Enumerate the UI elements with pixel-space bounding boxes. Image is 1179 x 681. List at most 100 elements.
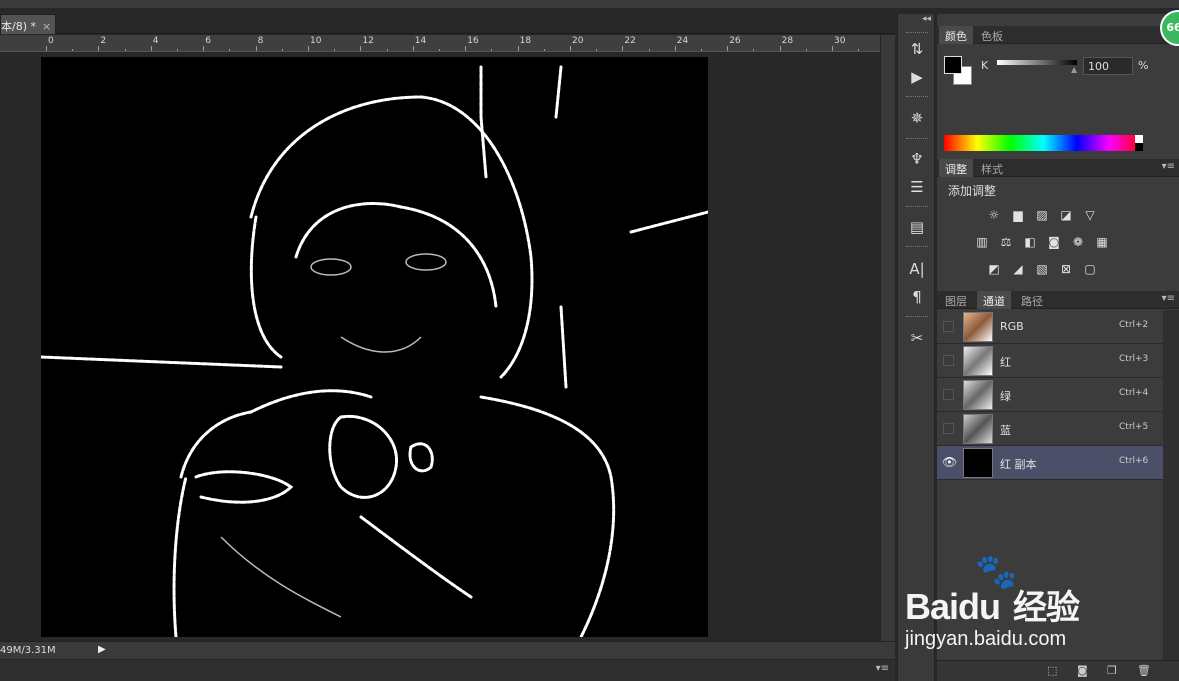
brush-settings-icon[interactable]: ☰ [904, 176, 930, 198]
spectrum-black[interactable] [1135, 143, 1143, 151]
ruler-label: 16 [467, 36, 479, 46]
channel-shortcut: Ctrl+4 [1119, 388, 1149, 398]
photo-filter-icon[interactable]: ◙ [1046, 235, 1062, 249]
tab-channels[interactable]: 通道 [977, 291, 1011, 309]
save-selection-icon[interactable]: ◙ [1077, 664, 1088, 677]
ruler-label: 10 [310, 36, 322, 46]
eye-icon[interactable]: 👁 [942, 455, 957, 469]
tab-paths[interactable]: 路径 [1015, 291, 1049, 309]
navigator-icon[interactable]: ✵ [904, 107, 930, 129]
selective-color-icon[interactable]: ▢ [1082, 262, 1098, 276]
ruler-tick [412, 46, 414, 51]
ruler-tick [255, 46, 257, 51]
ruler-label: 14 [414, 36, 427, 46]
exposure-icon[interactable]: ◪ [1058, 208, 1074, 222]
ruler-tick [72, 49, 74, 51]
color-spectrum-bar[interactable] [944, 135, 1143, 151]
adjustments-title: 添加调整 [948, 184, 997, 198]
channels-panel-tabs: 图层 通道 路径 ▾≡ [937, 291, 1179, 309]
panel-menu-icon[interactable]: ▾≡ [1162, 293, 1175, 304]
history-icon[interactable]: ⇅ [904, 38, 930, 60]
invert-icon[interactable]: ◩ [986, 262, 1002, 276]
status-menu-arrow-icon[interactable]: ▶ [98, 644, 106, 655]
visibility-toggle[interactable] [943, 321, 954, 332]
threshold-icon[interactable]: ▧ [1034, 262, 1050, 276]
ruler-tick [701, 49, 702, 51]
curves-icon[interactable]: ▨ [1034, 208, 1050, 222]
vibrance-icon[interactable]: ▽ [1082, 208, 1098, 222]
color-balance-icon[interactable]: ⚖ [998, 235, 1014, 249]
tab-layers[interactable]: 图层 [939, 291, 973, 309]
ruler-label: 28 [781, 36, 794, 46]
channel-shortcut: Ctrl+5 [1119, 422, 1149, 432]
play-action-icon[interactable]: ▶ [904, 66, 930, 88]
channel-row[interactable]: 蓝 Ctrl+5 [937, 412, 1163, 446]
horizontal-ruler: 0 2 4 6 8 10 12 14 16 18 20 22 24 26 28 30 [0, 35, 880, 52]
tab-styles[interactable]: 样式 [975, 159, 1009, 177]
visibility-toggle[interactable] [943, 423, 954, 434]
panel-menu-icon[interactable]: ▾≡ [876, 663, 889, 674]
visibility-toggle[interactable] [943, 389, 954, 400]
ruler-tick [832, 46, 833, 51]
levels-icon[interactable]: ▆ [1010, 208, 1026, 222]
color-lookup-icon[interactable]: ▦ [1094, 235, 1110, 249]
character-icon[interactable]: A| [904, 258, 930, 280]
ruler-tick [543, 49, 545, 51]
brightness-icon[interactable]: ☼ [986, 208, 1002, 222]
ruler-tick [98, 46, 100, 51]
channel-thumbnail [963, 312, 993, 342]
channel-row[interactable]: 绿 Ctrl+4 [937, 378, 1163, 412]
k-slider[interactable] [997, 60, 1077, 65]
slider-handle-icon[interactable]: ▲ [1071, 65, 1077, 74]
tab-color[interactable]: 颜色 [939, 26, 973, 44]
ruler-tick [229, 49, 231, 51]
load-selection-icon[interactable]: ⬚ [1047, 664, 1057, 677]
status-bar: 49M/3.31M ▶ [0, 641, 895, 659]
ruler-label: 24 [676, 36, 689, 46]
gradient-map-icon[interactable]: ⊠ [1058, 262, 1074, 276]
grip-icon [906, 138, 928, 140]
collapse-icon[interactable]: ◂◂ [922, 14, 931, 24]
clone-source-icon[interactable]: ▤ [904, 216, 930, 238]
paragraph-icon[interactable]: ¶ [904, 286, 930, 308]
foreground-color-swatch-front[interactable] [944, 56, 962, 74]
image-canvas[interactable] [41, 57, 708, 637]
close-icon[interactable]: × [42, 20, 51, 33]
grip-icon [906, 206, 928, 208]
spectrum-white[interactable] [1135, 135, 1143, 143]
panel-menu-icon[interactable]: ▾≡ [1162, 161, 1175, 172]
ruler-tick [674, 46, 676, 51]
ruler-tick [517, 46, 519, 51]
ruler-tick [805, 49, 807, 51]
ruler-tick [124, 49, 126, 51]
watermark-cn: 经验 [1013, 589, 1080, 627]
ruler-tick [386, 49, 388, 51]
ruler-label: 2 [100, 36, 107, 46]
vertical-scrollbar[interactable] [880, 35, 895, 655]
brush-preset-icon[interactable]: ♆ [904, 148, 930, 170]
delete-channel-icon[interactable]: 🗑 [1137, 664, 1151, 677]
tab-adjustments[interactable]: 调整 [939, 159, 973, 177]
new-channel-icon[interactable]: ❐ [1107, 664, 1117, 677]
visibility-toggle[interactable] [943, 355, 954, 366]
options-bar [0, 0, 1179, 8]
baidu-watermark: 🐾 Baidu 经验 jingyan.baidu.com [905, 552, 1179, 660]
ruler-label: 8 [257, 36, 264, 46]
grip-icon [906, 316, 928, 318]
channel-row[interactable]: RGB Ctrl+2 [937, 310, 1163, 344]
channel-mixer-icon[interactable]: ❁ [1070, 235, 1086, 249]
posterize-icon[interactable]: ◢ [1010, 262, 1026, 276]
document-tab-row: 本/8) * × [0, 8, 895, 34]
ruler-label: 22 [624, 36, 636, 46]
black-white-icon[interactable]: ◧ [1022, 235, 1038, 249]
channel-row-selected[interactable]: 👁 红 副本 Ctrl+6 [937, 446, 1163, 480]
k-value-field[interactable]: 100 [1083, 57, 1133, 75]
tab-swatches[interactable]: 色板 [975, 26, 1009, 44]
document-tab[interactable]: 本/8) * × [0, 14, 56, 34]
ruler-tick [596, 49, 598, 51]
channel-row[interactable]: 红 Ctrl+3 [937, 344, 1163, 378]
ruler-label: 0 [48, 36, 54, 46]
hue-saturation-icon[interactable]: ▥ [974, 235, 990, 249]
tool-presets-icon[interactable]: ✂ [904, 327, 930, 349]
channel-thumbnail [963, 414, 993, 444]
